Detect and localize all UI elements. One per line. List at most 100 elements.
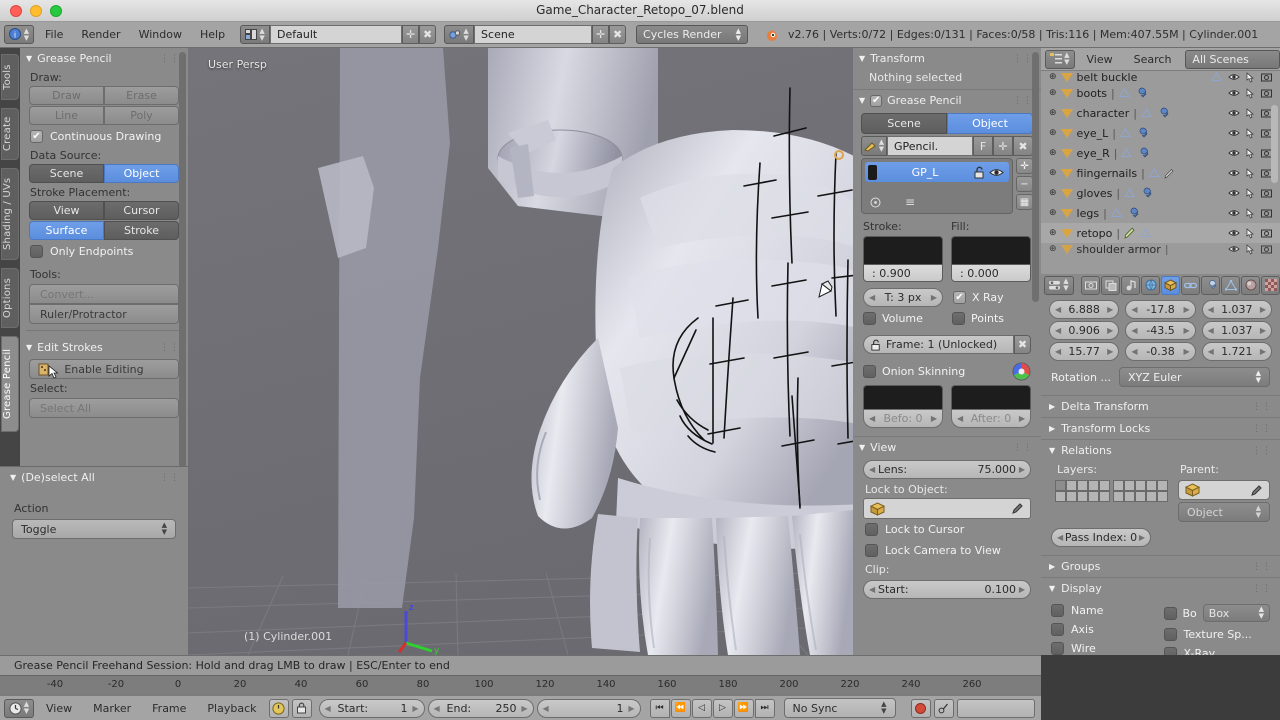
expand-icon[interactable]: ⊕ <box>1049 88 1057 98</box>
tab-options[interactable]: Options <box>1 268 19 328</box>
frame-field[interactable]: Frame: 1 (Unlocked) <box>863 335 1014 354</box>
increment-arrow-icon[interactable]: ▶ <box>1107 326 1113 335</box>
delete-screen-layout-button[interactable]: ✖ <box>419 25 437 44</box>
location-z-field[interactable]: ◀ 15.77 ▶ <box>1049 342 1120 361</box>
visibility-eye-icon[interactable] <box>989 167 1004 178</box>
modifier-wrench-icon[interactable] <box>1136 147 1149 159</box>
increment-arrow-icon[interactable]: ▶ <box>1139 533 1145 542</box>
display-wire-checkbox[interactable] <box>1051 642 1064 655</box>
decrement-arrow-icon[interactable]: ◀ <box>1208 305 1214 314</box>
decrement-arrow-icon[interactable]: ◀ <box>869 465 875 474</box>
expand-icon[interactable]: ⊕ <box>1049 228 1057 238</box>
delete-frame-button[interactable]: ✖ <box>1014 335 1031 354</box>
scene-name-field[interactable]: Scene <box>474 25 593 44</box>
only-endpoints-checkbox[interactable] <box>30 245 43 258</box>
mesh-data-icon[interactable] <box>1121 148 1133 158</box>
outliner-editor-type-icon[interactable]: ▲ ▼ <box>1045 49 1075 69</box>
use-preview-range-icon[interactable] <box>268 698 289 718</box>
layer-cell[interactable] <box>1146 491 1157 502</box>
decrement-arrow-icon[interactable]: ◀ <box>1208 347 1214 356</box>
lock-camera-to-view-checkbox[interactable] <box>865 544 878 557</box>
timeline-menu-view[interactable]: View <box>37 696 81 720</box>
lock-to-cursor-row[interactable]: Lock to Cursor <box>853 519 1041 540</box>
fill-alpha-field[interactable]: : 0.000 <box>951 264 1031 282</box>
outliner-row-icons[interactable] <box>1228 207 1280 219</box>
properties-tab-texture[interactable] <box>1261 275 1280 295</box>
renderable-camera-icon[interactable] <box>1261 208 1272 218</box>
mesh-data-icon[interactable] <box>1120 128 1131 138</box>
next-keyframe-button[interactable]: ⏩ <box>733 698 754 718</box>
tab-shading-uvs[interactable]: Shading / UVs <box>1 168 19 260</box>
layer-cell[interactable] <box>1113 491 1124 502</box>
points-row[interactable]: Points <box>952 312 1031 325</box>
increment-arrow-icon[interactable]: ▶ <box>1184 305 1190 314</box>
visibility-eye-icon[interactable] <box>1228 72 1240 82</box>
gp-datablock-name[interactable]: GPencil. <box>887 136 973 156</box>
outliner-row-belt-buckle[interactable]: ⊕ belt buckle <box>1041 71 1280 83</box>
gp-browse-icon[interactable]: ▲ ▼ <box>861 136 887 156</box>
properties-tab-world[interactable] <box>1141 275 1160 295</box>
pass-index-field[interactable]: ◀ Pass Index: 0 ▶ <box>1051 528 1151 547</box>
placement-stroke-button[interactable]: Stroke <box>104 221 179 240</box>
stroke-alpha-field[interactable]: : 0.900 <box>863 264 943 282</box>
gp-object-button[interactable]: Object <box>947 113 1033 134</box>
menu-window[interactable]: Window <box>130 22 191 48</box>
keying-set-icon[interactable] <box>933 698 954 718</box>
outliner-display-mode-dropdown[interactable]: All Scenes <box>1185 49 1280 69</box>
only-endpoints-row[interactable]: Only Endpoints <box>20 241 188 262</box>
data-source-object-button[interactable]: Object <box>104 164 179 183</box>
timeline-editor-type-icon[interactable]: ▲ ▼ <box>4 698 34 718</box>
selectable-cursor-icon[interactable] <box>1246 207 1255 219</box>
increment-arrow-icon[interactable]: ▶ <box>1260 326 1266 335</box>
increment-arrow-icon[interactable]: ▶ <box>1019 585 1025 594</box>
gp-unlink-button[interactable]: ✖ <box>1013 136 1033 156</box>
viewport-3d[interactable]: z y User Persp (1) Cylinder.001 <box>188 48 853 655</box>
outliner-row-icons[interactable] <box>1228 243 1280 255</box>
increment-arrow-icon[interactable]: ▶ <box>931 293 937 302</box>
decrement-arrow-icon[interactable]: ◀ <box>869 293 875 302</box>
layer-cell[interactable] <box>1055 491 1066 502</box>
lens-field[interactable]: ◀ Lens: 75.000 ▶ <box>863 460 1031 479</box>
timeline-menu-playback[interactable]: Playback <box>198 696 265 720</box>
increment-arrow-icon[interactable]: ▶ <box>1260 305 1266 314</box>
display-xray-checkbox[interactable] <box>1163 647 1177 655</box>
expand-icon[interactable]: ⊕ <box>1049 168 1057 178</box>
start-frame-field[interactable]: ◀ Start: 1 ▶ <box>318 698 425 718</box>
increment-arrow-icon[interactable]: ▶ <box>1184 326 1190 335</box>
increment-arrow-icon[interactable]: ▶ <box>931 414 937 423</box>
outliner-row-character[interactable]: ⊕ character | <box>1041 103 1280 123</box>
layer-cell[interactable] <box>1099 480 1110 491</box>
poly-button[interactable]: Poly <box>104 106 179 125</box>
scale-x-field[interactable]: ◀ 1.037 ▶ <box>1201 300 1272 319</box>
outliner-row-fiingernails[interactable]: ⊕ fiingernails | <box>1041 163 1280 183</box>
onion-skin-row[interactable]: Onion Skinning <box>863 362 1031 381</box>
layer-cell[interactable] <box>1157 491 1168 502</box>
menu-file[interactable]: File <box>36 22 72 48</box>
editor-type-info-icon[interactable]: i ▲ ▼ <box>4 25 34 44</box>
properties-tab-render[interactable] <box>1081 275 1100 295</box>
selectable-cursor-icon[interactable] <box>1246 227 1255 239</box>
eyedropper-icon[interactable] <box>1011 502 1024 515</box>
outliner-row-retopo[interactable]: ⊕ retopo | <box>1041 223 1280 243</box>
onion-skinning-checkbox[interactable] <box>863 365 876 378</box>
increment-arrow-icon[interactable]: ▶ <box>1107 305 1113 314</box>
main-menu[interactable]: File Render Window Help <box>36 22 234 48</box>
properties-tab-modifiers[interactable] <box>1201 275 1220 295</box>
continuous-drawing-row[interactable]: ✔ Continuous Drawing <box>20 126 188 147</box>
edit-strokes-section-header[interactable]: ▼ Edit Strokes ⋮⋮ <box>20 337 188 358</box>
xray-checkbox[interactable]: ✔ <box>953 291 966 304</box>
transform-locks-header[interactable]: ▶ Transform Locks ⋮⋮ <box>1041 417 1280 439</box>
mesh-data-icon[interactable] <box>1118 88 1130 98</box>
tab-create[interactable]: Create <box>1 108 19 160</box>
expand-icon[interactable]: ⊕ <box>1049 244 1057 254</box>
lock-time-to-frame-icon[interactable] <box>291 698 312 718</box>
modifier-wrench-icon[interactable] <box>1139 187 1152 199</box>
enable-editing-button[interactable]: Enable Editing <box>29 359 179 379</box>
keying-set-field[interactable] <box>956 698 1035 718</box>
increment-arrow-icon[interactable]: ▶ <box>412 704 418 713</box>
selectable-cursor-icon[interactable] <box>1246 87 1255 99</box>
onion-after-color-swatch[interactable] <box>951 385 1031 409</box>
properties-tab-object[interactable] <box>1161 275 1180 295</box>
expand-icon[interactable]: ⊕ <box>1049 108 1057 118</box>
increment-arrow-icon[interactable]: ▶ <box>1184 347 1190 356</box>
